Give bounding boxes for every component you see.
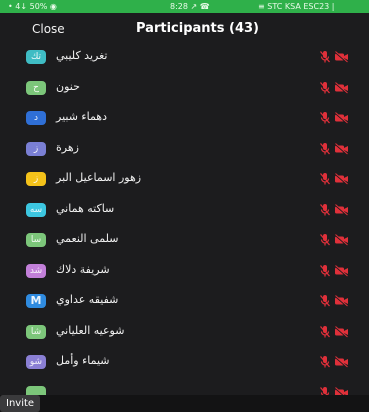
muted-mic-icon[interactable] [319,81,331,95]
page-title: Participants (43) [136,21,259,36]
participant-row[interactable] [0,381,369,396]
participant-row[interactable]: شو شيماء وأمل [0,350,369,380]
muted-mic-icon[interactable] [319,203,331,217]
muted-mic-icon[interactable] [319,111,331,125]
invite-button[interactable]: Invite [0,395,41,412]
video-off-icon[interactable] [334,50,349,64]
muted-mic-icon[interactable] [319,233,331,247]
participant-name: دهماء شبير [56,110,108,123]
video-off-icon[interactable] [334,264,349,278]
participant-row[interactable]: M شفيقه عداوي [0,289,369,319]
bottom-toolbar: Invite [0,395,369,412]
muted-mic-icon[interactable] [319,50,331,64]
muted-mic-icon[interactable] [319,386,331,396]
status-bar-battery: • 4↓ 50% ◉ [8,2,57,11]
close-button[interactable]: Close [32,22,65,36]
participant-name: حنون [56,79,80,93]
participant-name: شريفة دلاك [56,262,110,276]
video-off-icon[interactable] [334,203,349,217]
participant-row[interactable]: ح حنون [0,76,369,106]
video-off-icon[interactable] [334,325,349,339]
status-bar-carrier: ≡ STC KSA ESC23 | [258,2,335,11]
muted-mic-icon[interactable] [319,142,331,156]
status-bar: • 4↓ 50% ◉ ‪8:28‬ ↗ ☎ ≡ STC KSA ESC23 | [0,0,369,13]
participant-name: شوعيه العلياني [56,323,125,337]
participant-list: تك تغريد كليبي ح حنون د دهماء شبير ز زهرة ز زهور … [0,45,369,395]
video-off-icon[interactable] [334,81,349,95]
muted-mic-icon[interactable] [319,172,331,186]
muted-mic-icon[interactable] [319,294,331,308]
video-off-icon[interactable] [334,294,349,308]
participant-row[interactable]: شد شريفة دلاك [0,259,369,289]
avatar: تك [26,50,46,64]
participant-name: تغريد كليبي [56,49,108,62]
participant-row[interactable]: د دهماء شبير [0,106,369,136]
participant-name: زهور اسماعيل البر [56,171,142,184]
participant-row[interactable]: تك تغريد كليبي [0,45,369,75]
muted-mic-icon[interactable] [319,325,331,339]
avatar: ز [26,172,46,186]
avatar: شد [26,263,46,278]
video-off-icon[interactable] [334,386,349,396]
participant-name: زهرة [56,140,79,154]
muted-mic-icon[interactable] [319,264,331,278]
zoom-participants-screen: • 4↓ 50% ◉ ‪8:28‬ ↗ ☎ ≡ STC KSA ESC23 | … [0,0,369,412]
video-off-icon[interactable] [334,233,349,247]
avatar [26,385,46,395]
muted-mic-icon[interactable] [319,355,331,369]
avatar: د [26,111,46,125]
participant-row[interactable]: ز زهرة [0,137,369,167]
avatar: سه [26,202,46,217]
avatar: سا [26,233,46,247]
avatar: M [26,294,46,308]
status-bar-time: ‪8:28‬ ↗ ☎ [170,2,210,11]
avatar: ح [26,80,46,95]
participant-row[interactable]: ز زهور اسماعيل البر [0,167,369,197]
participant-name: شفيقه عداوي [56,293,119,306]
participant-row[interactable]: سا سلمى النعمي [0,228,369,258]
participants-header: Close Participants (43) [0,14,369,44]
participant-row[interactable]: شا شوعيه العلياني [0,320,369,350]
participant-name: سلمى النعمي [56,232,119,245]
video-off-icon[interactable] [334,142,349,156]
participant-row[interactable]: سه ساكته هماني [0,198,369,228]
participant-name: ساكته هماني [56,201,115,215]
video-off-icon[interactable] [334,172,349,186]
avatar: شو [26,355,46,369]
video-off-icon[interactable] [334,355,349,369]
video-off-icon[interactable] [334,111,349,125]
participant-name: شيماء وأمل [56,354,110,367]
avatar: شا [26,324,46,339]
avatar: ز [26,141,46,156]
